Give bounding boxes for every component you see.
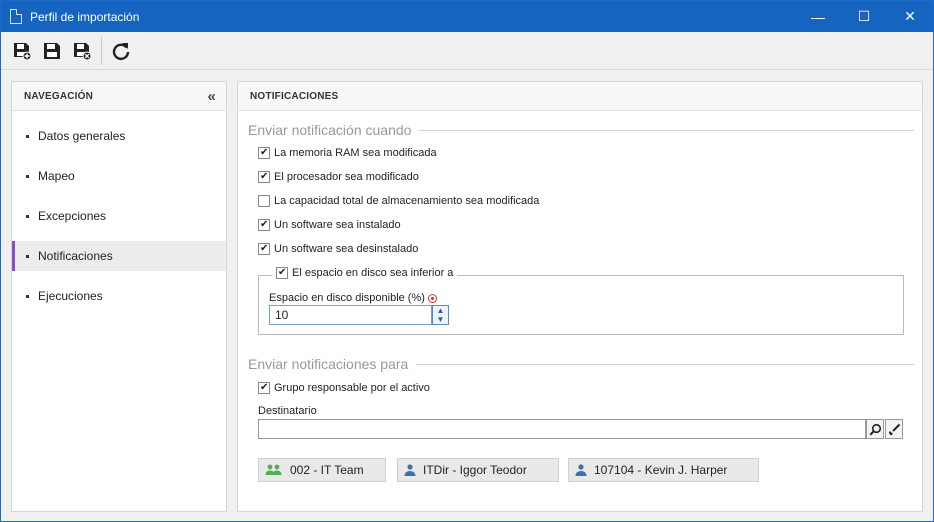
option-responsible-group[interactable]: Grupo responsable por el activo (258, 382, 430, 394)
checkbox[interactable] (258, 219, 270, 231)
close-button[interactable]: ✕ (887, 1, 933, 32)
refresh-button[interactable] (108, 38, 134, 64)
recipient-input[interactable] (258, 419, 866, 439)
nav-item-excepciones[interactable]: Excepciones (12, 201, 226, 231)
option-label: La memoria RAM sea modificada (274, 147, 437, 159)
option-label: La capacidad total de almacenamiento sea… (274, 195, 540, 207)
option-label: Grupo responsable por el activo (274, 382, 430, 394)
bullet-icon (26, 174, 29, 178)
section-notify-when: Enviar notificación cuando (248, 122, 914, 138)
recipient-label: Destinatario (258, 405, 317, 417)
close-icon: ✕ (904, 8, 916, 24)
section-title: Enviar notificación cuando (248, 122, 412, 138)
option-label: Un software sea instalado (274, 219, 401, 231)
toolbar (1, 32, 933, 70)
nav-item-label: Notificaciones (38, 249, 113, 263)
nav-item-notificaciones[interactable]: Notificaciones (12, 241, 226, 271)
option-storage-modified[interactable]: La capacidad total de almacenamiento sea… (258, 195, 539, 207)
divider (419, 129, 914, 131)
nav-item-datos-generales[interactable]: Datos generales (12, 121, 226, 151)
collapse-panel-icon[interactable]: « (207, 88, 216, 105)
chip-label: ITDir - Iggor Teodor (423, 463, 527, 477)
checkbox[interactable] (258, 243, 270, 255)
clear-recipient-button[interactable] (885, 419, 903, 439)
nav-item-label: Excepciones (38, 209, 107, 223)
recipient-chip-user[interactable]: 107104 - Kevin J. Harper (568, 458, 759, 482)
save-plus-icon (14, 42, 32, 60)
chevron-up-icon[interactable]: ▲ (433, 306, 448, 315)
title-bar: Perfil de importación — ☐ ✕ (1, 1, 933, 32)
document-icon (10, 9, 22, 24)
window-title: Perfil de importación (30, 9, 140, 24)
user-icon (575, 464, 587, 476)
bullet-icon (26, 214, 29, 218)
disk-space-input[interactable]: 10 (269, 305, 432, 325)
notifications-header: NOTIFICACIONES (238, 82, 922, 111)
option-ram-modified[interactable]: La memoria RAM sea modificada (258, 147, 437, 159)
notifications-title: NOTIFICACIONES (250, 90, 339, 102)
save-new-button[interactable] (9, 38, 35, 64)
disk-space-stepper[interactable]: ▲ ▼ (432, 305, 449, 325)
refresh-icon (112, 42, 130, 60)
option-software-uninstalled[interactable]: Un software sea desinstalado (258, 243, 418, 255)
checkbox[interactable] (276, 267, 288, 279)
section-title: Enviar notificaciones para (248, 356, 409, 372)
nav-item-label: Ejecuciones (38, 289, 103, 303)
bullet-icon (26, 134, 29, 138)
maximize-button[interactable]: ☐ (841, 1, 887, 32)
option-processor-modified[interactable]: El procesador sea modificado (258, 171, 419, 183)
checkbox[interactable] (258, 171, 270, 183)
chip-label: 002 - IT Team (290, 463, 364, 477)
checkbox[interactable] (258, 382, 270, 394)
nav-item-ejecuciones[interactable]: Ejecuciones (12, 281, 226, 311)
nav-item-label: Datos generales (38, 129, 126, 143)
eraser-icon (888, 423, 900, 435)
user-icon (404, 464, 416, 476)
bullet-icon (26, 254, 29, 258)
option-label: El procesador sea modificado (274, 171, 419, 183)
disk-space-field-label: Espacio en disco disponible (%) (269, 292, 437, 304)
section-notify-to: Enviar notificaciones para (248, 356, 914, 372)
field-label-text: Espacio en disco disponible (%) (269, 292, 425, 304)
required-icon (427, 293, 437, 303)
save-icon (44, 42, 60, 59)
navigation-panel: NAVEGACIÓN « Datos generales Mapeo Excep… (11, 81, 227, 512)
toolbar-separator (101, 36, 102, 65)
minimize-button[interactable]: — (795, 1, 841, 32)
save-close-button[interactable] (69, 38, 95, 64)
chip-label: 107104 - Kevin J. Harper (594, 463, 728, 477)
navigation-header: NAVEGACIÓN « (12, 82, 226, 111)
recipient-chip-group[interactable]: 002 - IT Team (258, 458, 386, 482)
maximize-icon: ☐ (857, 8, 871, 24)
nav-item-label: Mapeo (38, 169, 75, 183)
option-software-installed[interactable]: Un software sea instalado (258, 219, 401, 231)
nav-item-mapeo[interactable]: Mapeo (12, 161, 226, 191)
save-button[interactable] (39, 38, 65, 64)
divider (416, 363, 914, 365)
minimize-icon: — (811, 8, 825, 25)
option-label: Un software sea desinstalado (274, 243, 419, 255)
notifications-panel: NOTIFICACIONES Enviar notificación cuand… (237, 81, 923, 512)
search-icon (868, 423, 881, 436)
group-icon (265, 464, 283, 476)
recipient-chip-user[interactable]: ITDir - Iggor Teodor (397, 458, 559, 482)
bullet-icon (26, 294, 29, 298)
save-close-icon (74, 42, 92, 60)
search-recipient-button[interactable] (866, 419, 884, 439)
checkbox[interactable] (258, 147, 270, 159)
import-profile-window: Perfil de importación — ☐ ✕ NAVEGACIÓN «… (0, 0, 934, 522)
checkbox[interactable] (258, 195, 270, 207)
option-disk-space-low[interactable]: El espacio en disco sea inferior a (272, 267, 458, 279)
chevron-down-icon[interactable]: ▼ (433, 315, 448, 324)
option-label: El espacio en disco sea inferior a (292, 267, 454, 279)
navigation-title: NAVEGACIÓN (24, 90, 94, 102)
